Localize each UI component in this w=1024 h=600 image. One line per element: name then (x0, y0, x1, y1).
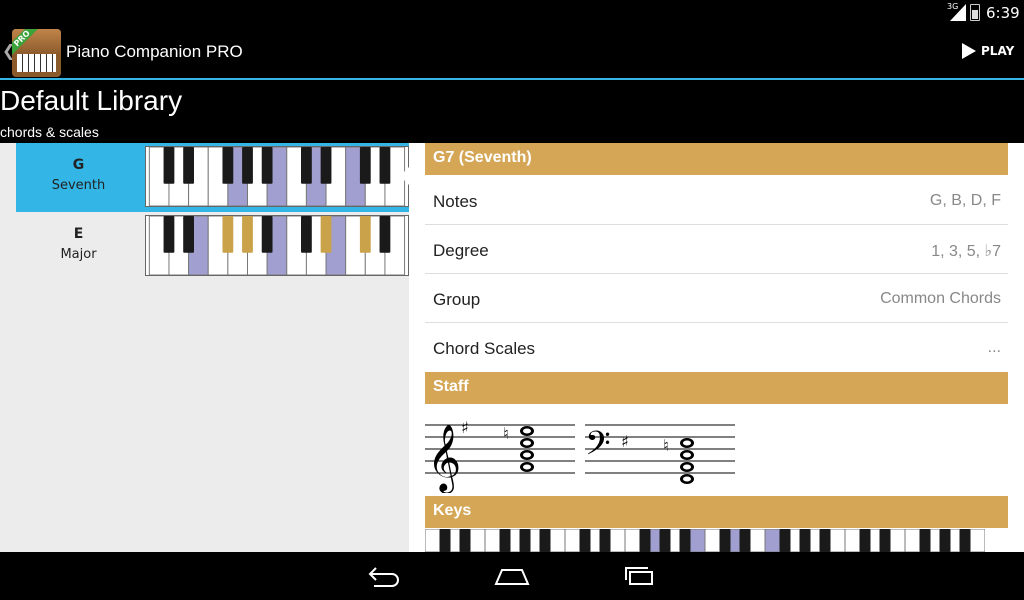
black-key (719, 529, 731, 552)
row-label: Degree (433, 241, 489, 260)
notes-row[interactable]: Notes G, B, D, F (425, 176, 1008, 225)
black-key (183, 147, 194, 184)
recent-apps-icon[interactable] (622, 564, 658, 588)
home-icon[interactable] (494, 564, 530, 588)
svg-text:♮: ♮ (503, 424, 509, 443)
play-icon (962, 43, 976, 59)
row-value: G, B, D, F (929, 192, 1001, 209)
black-key (519, 529, 531, 552)
black-key (379, 147, 391, 184)
chord-list: G Seventh E Major (0, 143, 409, 552)
black-key (539, 529, 551, 552)
network-type: 3G (947, 2, 959, 11)
black-key (879, 529, 891, 552)
row-value: 1, 3, 5, ♭7 (931, 243, 1001, 260)
black-key (939, 529, 951, 552)
keys-keyboard (425, 529, 985, 552)
black-key (183, 216, 194, 253)
svg-text:♯: ♯ (621, 432, 629, 451)
black-key (359, 147, 371, 184)
mini-keyboard (145, 215, 409, 276)
staff-notation: 𝄞 ♯ ♮ 𝄢 ♯ ♮ (425, 418, 735, 493)
navigation-bar (0, 552, 1024, 600)
black-key (459, 529, 471, 552)
black-key (859, 529, 871, 552)
chord-scales-row[interactable]: Chord Scales ... (425, 323, 1008, 372)
list-item-g-seventh[interactable]: G Seventh (16, 143, 409, 212)
black-key (819, 529, 831, 552)
black-key (659, 529, 671, 552)
black-key (579, 529, 591, 552)
black-key (222, 216, 234, 253)
chord-detail: G7 (Seventh) Notes G, B, D, F Degree 1, … (409, 143, 1024, 552)
chord-name: G (72, 157, 85, 173)
bass-clef-icon: 𝄢 (585, 425, 611, 471)
row-value: Common Chords (880, 290, 1001, 307)
svg-text:♯: ♯ (461, 418, 469, 437)
black-key (919, 529, 931, 552)
chord-kind: Seventh (51, 178, 106, 193)
black-key (163, 147, 175, 184)
black-key (599, 529, 611, 552)
black-key (301, 147, 312, 184)
row-value: ... (987, 339, 1001, 356)
black-key (261, 147, 273, 184)
black-key (779, 529, 791, 552)
black-key (320, 147, 332, 184)
row-label: Chord Scales (433, 339, 536, 358)
action-bar: ❮ PRO Piano Companion PRO PLAY (0, 25, 1024, 80)
list-item-e-major[interactable]: E Major (16, 212, 409, 281)
clock: 6:39 (986, 4, 1020, 22)
black-key (301, 216, 312, 253)
black-key (261, 216, 273, 253)
battery-icon (970, 4, 980, 21)
chord-kind: Major (60, 247, 97, 262)
chord-title-header: G7 (Seventh) (425, 143, 1008, 175)
black-key (379, 216, 391, 253)
black-key (439, 529, 451, 552)
black-key (320, 216, 332, 253)
library-subtitle: chords & scales (0, 124, 99, 140)
black-key (222, 147, 234, 184)
chord-name: E (73, 226, 84, 242)
black-key (679, 529, 691, 552)
mini-keyboard (145, 146, 409, 207)
row-label: Group (433, 290, 481, 309)
staff-header: Staff (425, 372, 1008, 404)
play-label: PLAY (981, 44, 1015, 58)
black-key (163, 216, 175, 253)
group-row[interactable]: Group Common Chords (425, 274, 1008, 323)
treble-clef-icon: 𝄞 (427, 423, 461, 493)
black-key (739, 529, 751, 552)
library-title: Default Library (0, 85, 183, 116)
app-title: Piano Companion PRO (66, 42, 243, 61)
black-key (242, 147, 253, 184)
library-header: Default Library chords & scales (0, 82, 1024, 143)
black-key (242, 216, 253, 253)
black-key (639, 529, 651, 552)
black-key (359, 216, 371, 253)
status-bar: 3G 6:39 (0, 0, 1024, 25)
keys-header: Keys (425, 496, 1008, 528)
black-key (499, 529, 511, 552)
degree-row[interactable]: Degree 1, 3, 5, ♭7 (425, 225, 1008, 274)
black-key (799, 529, 811, 552)
svg-text:♮: ♮ (663, 436, 669, 455)
play-button[interactable]: PLAY (962, 43, 1014, 59)
back-icon[interactable] (366, 564, 402, 588)
black-key (959, 529, 971, 552)
row-label: Notes (433, 192, 478, 211)
app-icon[interactable]: PRO (12, 29, 61, 77)
